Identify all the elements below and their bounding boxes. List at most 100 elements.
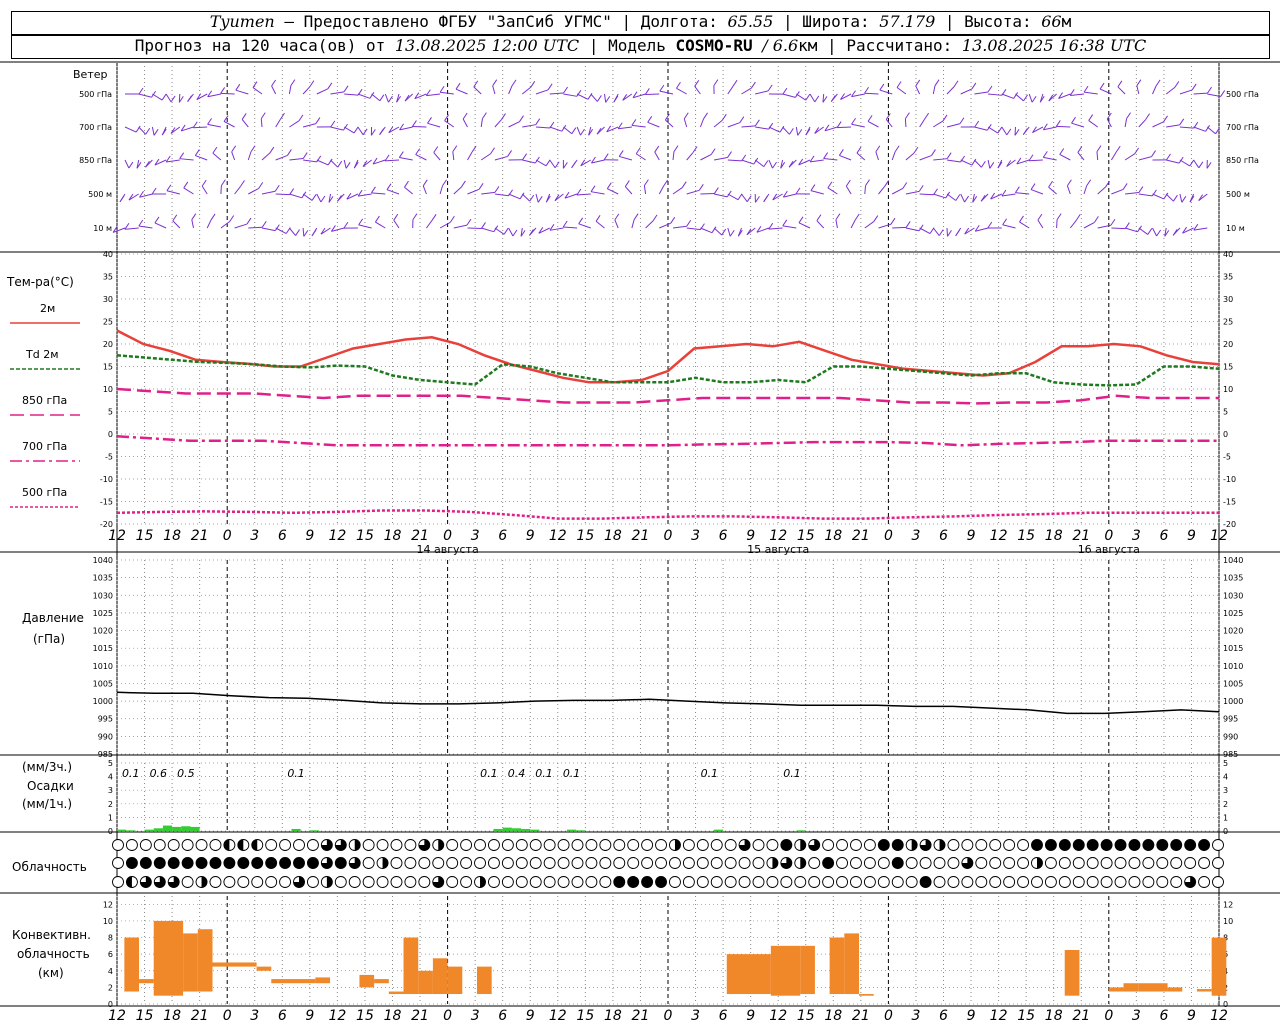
cloud-cover-icon <box>557 839 570 851</box>
x-tick-label-bottom: 0 <box>664 1008 673 1024</box>
wind-barb-flag <box>989 162 995 169</box>
x-tick-label-bottom: 0 <box>1104 1008 1113 1024</box>
cloud-cover-icon <box>1072 876 1085 888</box>
wind-barb-flag <box>315 117 321 124</box>
cloud-cover-icon <box>682 857 695 869</box>
wind-barb-flag <box>1055 120 1061 127</box>
wind-barb <box>905 152 915 161</box>
x-tick-label-bottom: 6 <box>1159 1008 1168 1024</box>
wind-barb <box>138 93 152 98</box>
x-tick-label-top: 0 <box>223 528 232 544</box>
convective-bar <box>403 937 419 995</box>
wind-barb <box>1165 193 1174 202</box>
wind-barb <box>427 122 441 128</box>
wind-barb <box>371 192 386 195</box>
wind-barb <box>665 119 674 128</box>
wind-barb <box>522 159 536 164</box>
wind-barb <box>344 93 359 96</box>
wind-barb-flag <box>1099 82 1105 90</box>
wind-barb <box>494 227 505 235</box>
cloud-cover-icon <box>975 839 988 851</box>
wind-barb-flag <box>519 192 525 200</box>
convective-bar <box>359 974 375 988</box>
x-tick-label-top: 9 <box>1187 528 1196 544</box>
cloud-cover-icon <box>655 857 667 869</box>
wind-barb-flag <box>946 152 952 159</box>
x-tick-label-bottom: 21 <box>191 1008 209 1024</box>
cloud-cover-icon <box>1198 876 1211 888</box>
cloud-cover-icon <box>989 857 1002 869</box>
wind-barb-flag <box>955 194 961 201</box>
wind-barb <box>384 93 389 103</box>
cloud-cover-fill <box>201 876 208 888</box>
wind-barb <box>166 159 180 163</box>
wind-barb-flag <box>1122 183 1128 190</box>
pressure-tick-right: 1025 <box>1223 609 1243 618</box>
cloud-cover-icon <box>460 857 473 869</box>
x-tick-label-bottom: 15 <box>797 1008 815 1024</box>
wind-barb-flag <box>1048 180 1053 188</box>
wind-barb-flag <box>183 181 189 189</box>
wind-barb <box>727 159 742 162</box>
pressure-tick-right: 995 <box>1223 715 1238 724</box>
cloud-cover-icon <box>696 839 709 851</box>
wind-barb-flag <box>384 154 390 162</box>
wind-barb <box>248 226 263 229</box>
cloud-cover-fill <box>939 839 946 851</box>
cloud-cover-icon <box>933 876 946 888</box>
wind-barb <box>481 191 496 195</box>
cloud-cover-icon <box>557 857 570 869</box>
conv-tick-right: 10 <box>1223 917 1233 926</box>
precip-tick-right: 1 <box>1223 813 1228 822</box>
wind-barb <box>330 126 344 131</box>
wind-barb <box>124 227 139 230</box>
cloud-cover-icon <box>808 876 821 888</box>
wind-barb-flag <box>415 148 421 155</box>
wind-barb <box>275 154 288 161</box>
wind-barb <box>700 227 713 234</box>
precip-3h-label: 0.1 <box>287 767 305 780</box>
wind-barb-flag <box>303 230 309 237</box>
x-tick-label-top: 3 <box>1132 528 1141 544</box>
x-tick-label-bottom: 12 <box>1210 1008 1228 1024</box>
cloud-cover-fill <box>1184 839 1196 851</box>
x-tick-label-bottom: 9 <box>1187 1008 1196 1024</box>
convective-bar <box>256 966 272 971</box>
cloud-cover-icon <box>571 839 584 851</box>
wind-barb-flag <box>379 94 385 102</box>
wind-barb-flag <box>530 81 536 88</box>
wind-barb <box>1193 227 1208 231</box>
wind-barb <box>1117 86 1126 95</box>
wind-barb <box>375 221 386 229</box>
wind-barb-flag <box>652 214 658 222</box>
cloud-cover-icon <box>836 839 849 851</box>
wind-barb-flag <box>481 222 486 229</box>
wind-barb <box>563 93 577 97</box>
cloud-cover-icon <box>1156 876 1169 888</box>
cloud-cover-icon <box>933 857 946 869</box>
cloud-cover-icon <box>348 876 361 888</box>
wind-barb-flag <box>124 223 130 230</box>
wind-barb-flag <box>1086 179 1092 187</box>
wind-barb <box>960 159 973 166</box>
wind-barb-flag <box>754 119 760 127</box>
wind-level-right: 500 м <box>1226 190 1250 199</box>
wind-barb <box>316 159 329 166</box>
wind-barb <box>590 93 598 102</box>
wind-barb <box>946 159 961 163</box>
wind-barb <box>193 126 208 129</box>
cloud-cover-icon <box>1142 857 1155 869</box>
wind-barb-flag <box>519 115 524 122</box>
cloud-cover-icon <box>1058 857 1071 869</box>
wind-barb <box>864 221 875 229</box>
wind-barb-flag <box>466 218 472 226</box>
cloud-cover-icon <box>1114 857 1127 869</box>
wind-barb-flag <box>1136 79 1142 86</box>
cloud-cover-icon <box>1003 839 1016 851</box>
wind-barb <box>827 187 838 195</box>
wind-barb-flag <box>971 158 977 166</box>
wind-barb <box>1110 151 1117 161</box>
precip-3h-label: 0.1 <box>535 767 553 780</box>
cloud-cover-icon <box>279 876 292 888</box>
precip-title: Осадки <box>27 779 74 793</box>
